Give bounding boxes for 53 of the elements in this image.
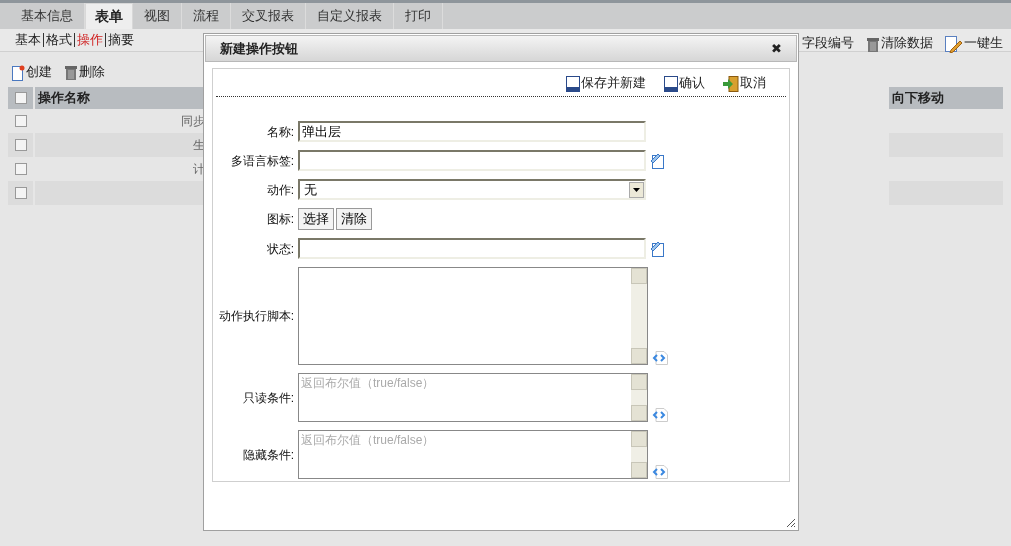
text-area[interactable] xyxy=(298,267,648,365)
code-file-icon[interactable] xyxy=(652,408,668,422)
input-field[interactable] xyxy=(298,238,646,259)
tab[interactable]: 表单 xyxy=(85,3,133,29)
field-label: 多语言标签: xyxy=(229,152,295,170)
table-cell-text: 同步 xyxy=(180,113,205,130)
sub-tab[interactable]: 基本 xyxy=(15,30,41,50)
button[interactable]: 选择 xyxy=(298,208,334,230)
sub-tab[interactable]: 格式 xyxy=(46,30,72,50)
scrollbar xyxy=(631,431,647,478)
input-field[interactable] xyxy=(298,150,646,171)
resize-grip-icon xyxy=(786,518,796,528)
field-label: 隐藏条件: xyxy=(241,446,295,464)
code-file-icon[interactable] xyxy=(652,465,668,479)
checkbox[interactable] xyxy=(14,139,27,151)
code-file-icon[interactable] xyxy=(652,351,668,365)
header-cell: 向下移动 xyxy=(889,87,1003,109)
toolbar-button[interactable]: 删除 xyxy=(64,61,105,82)
checkbox[interactable] xyxy=(14,115,27,127)
action-button[interactable]: 确认 xyxy=(664,72,705,93)
trash-icon xyxy=(64,65,78,82)
sub-tab[interactable]: 操作 xyxy=(77,30,103,50)
button[interactable]: 清除 xyxy=(336,208,372,230)
table-cell-text: 计 xyxy=(192,161,205,178)
dialog-title: 新建操作按钮 xyxy=(220,39,298,58)
notepad-icon[interactable] xyxy=(650,152,664,169)
caret-icon xyxy=(629,181,644,198)
field-label: 名称: xyxy=(265,123,295,141)
dropdown[interactable]: 无 xyxy=(298,179,646,200)
document-icon xyxy=(12,65,25,82)
notepad-icon[interactable] xyxy=(650,240,664,257)
field-label: 图标: xyxy=(265,211,295,228)
field-label: 动作: xyxy=(265,181,295,199)
door-arrow-icon xyxy=(723,76,739,93)
checkbox[interactable] xyxy=(14,92,27,104)
action-button[interactable]: 取消 xyxy=(723,72,766,93)
field-label: 只读条件: xyxy=(241,389,295,407)
toolbar-button[interactable]: 字段编号 xyxy=(802,33,854,53)
table-cell: 生 xyxy=(35,133,205,157)
checkbox[interactable] xyxy=(14,187,27,199)
trash-icon xyxy=(866,36,880,53)
field-label: 动作执行脚本: xyxy=(217,308,295,325)
toolbar-button[interactable]: 一键生 xyxy=(945,33,1003,53)
toolbar-button[interactable]: 清除数据 xyxy=(866,33,933,53)
sub-tab[interactable]: 摘要 xyxy=(108,30,134,50)
close-button[interactable]: ✖ xyxy=(771,38,782,59)
input-field[interactable]: 弹出层 xyxy=(298,121,646,142)
document-pencil-icon xyxy=(945,35,963,53)
toolbar-button[interactable]: 创建 xyxy=(12,61,52,82)
action-button[interactable]: 保存并新建 xyxy=(566,72,646,93)
field-label: 状态: xyxy=(265,240,295,258)
checkbox[interactable] xyxy=(14,163,27,175)
scrollbar xyxy=(631,374,647,421)
